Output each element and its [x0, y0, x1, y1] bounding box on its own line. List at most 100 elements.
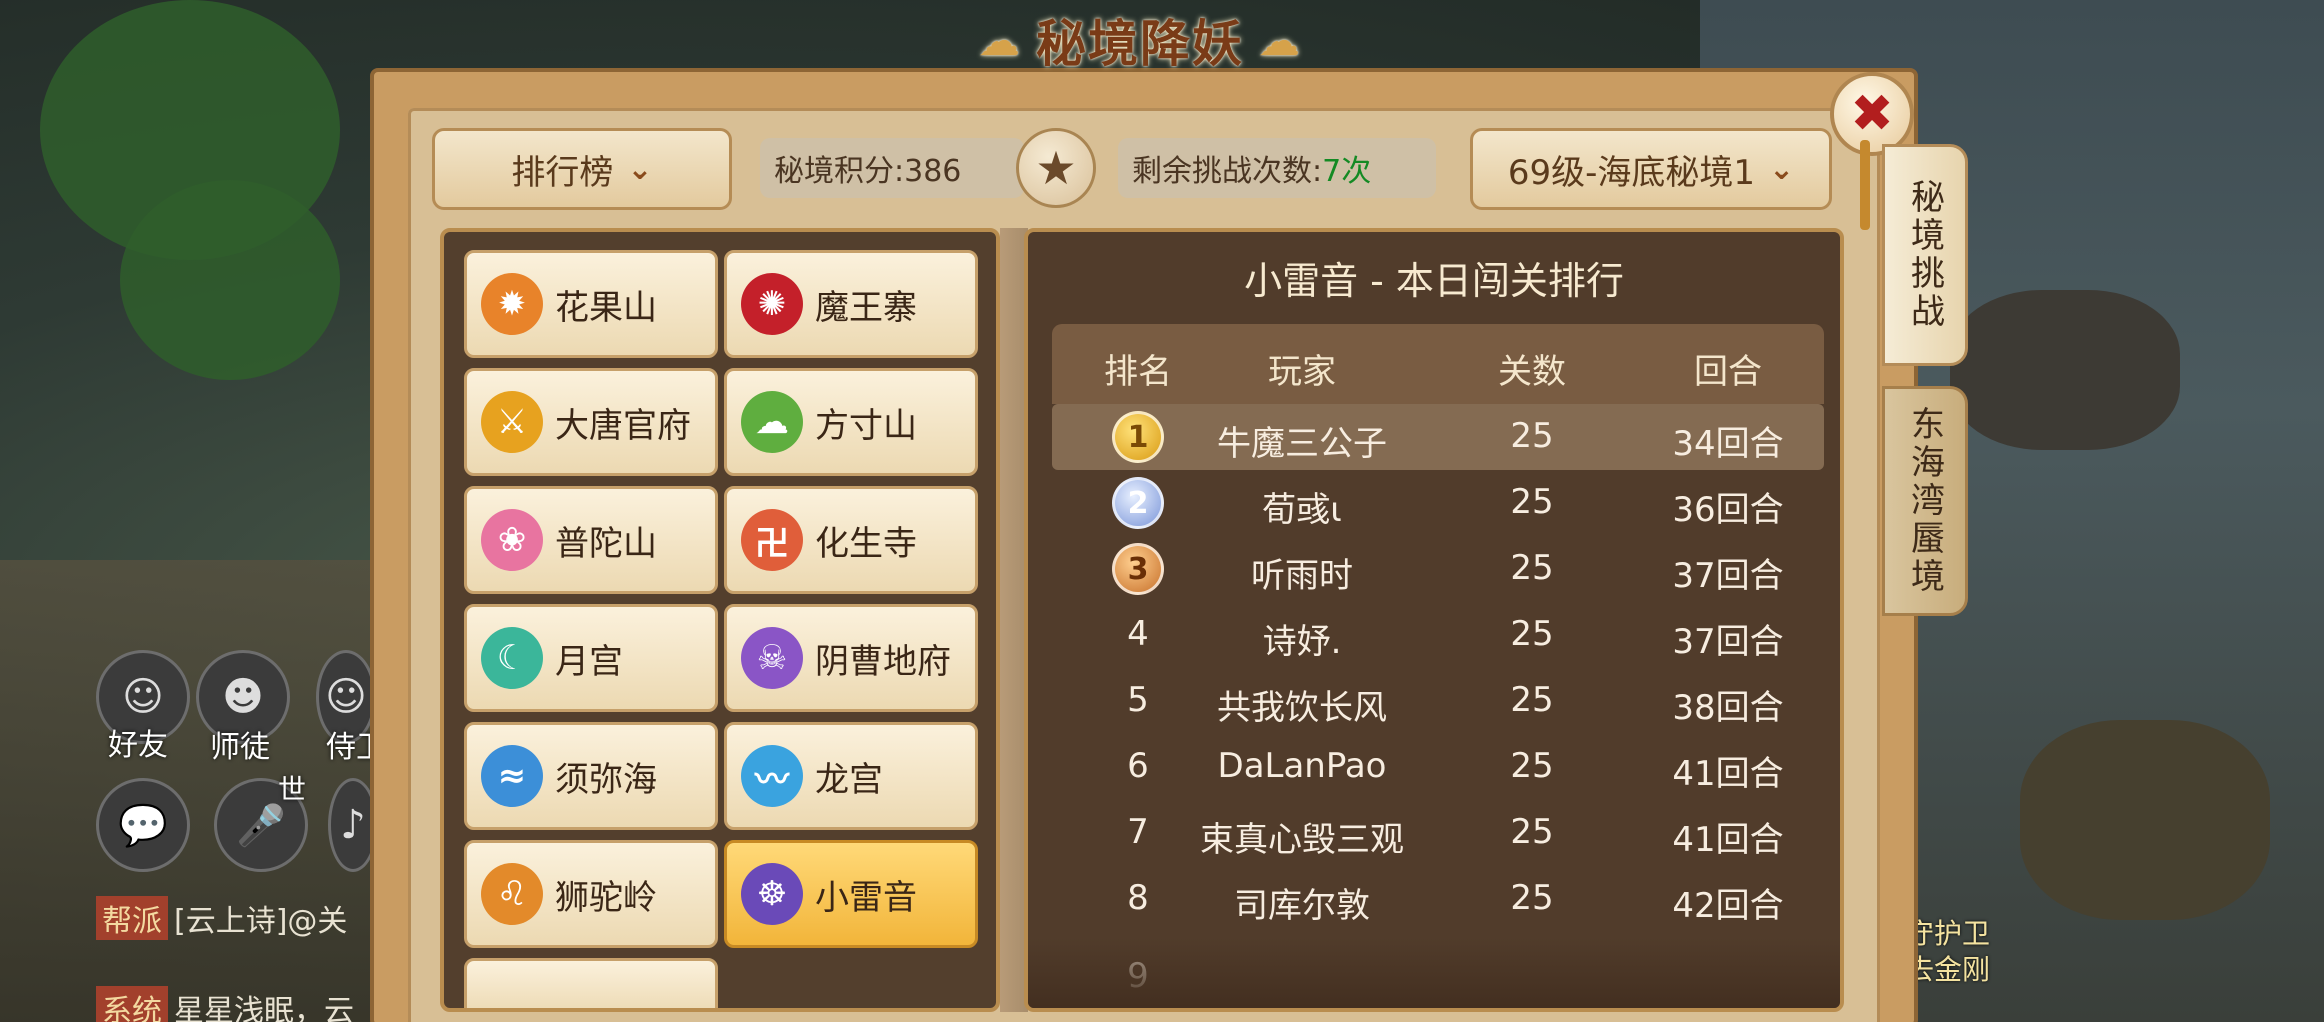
school-emblem-icon: ☸ [741, 863, 803, 925]
school-label: 花果山 [555, 287, 657, 328]
chat-glyph: 💬 [118, 802, 168, 849]
school-label: 阴曹地府 [815, 641, 951, 682]
player-name: 牛魔三公子 [1217, 424, 1387, 464]
round-count: 41回合 [1672, 820, 1784, 860]
ranking-dropdown[interactable]: 排行榜 ⌄ [432, 128, 732, 210]
school-label: 龙宫 [815, 759, 883, 800]
stage-count: 25 [1510, 812, 1554, 852]
rank-number: 8 [1127, 878, 1149, 918]
player-name: 诗妤. [1262, 622, 1342, 662]
school-button[interactable]: 〰龙宫 [724, 722, 978, 830]
school-button[interactable]: ≈ 须弥海 [464, 722, 718, 830]
column-header-rank: 排名 [1104, 352, 1172, 392]
school-label: 普陀山 [555, 523, 657, 564]
stage-count: 25 [1510, 746, 1554, 786]
school-label: 月宫 [555, 641, 623, 682]
window-title-text: 秘境降妖 [1036, 15, 1244, 73]
ranking-panel: 小雷音 - 本日闯关排行 排名 玩家 关数 回合 1 牛魔三公子 25 34回合 2 荀彧… [1024, 228, 1844, 1012]
tab-label: 秘境挑战 [1904, 179, 1945, 331]
round-count: 37回合 [1672, 556, 1784, 596]
cloud-ornament-icon: ☁ [978, 15, 1022, 65]
school-label: 小雷音 [815, 877, 917, 918]
school-button[interactable]: ☸ 小雷音 [724, 840, 978, 948]
remaining-challenges: 剩余挑战次数: 7次 [1118, 138, 1436, 198]
player-name: 共我饮长风 [1217, 688, 1387, 728]
column-header-rounds: 回合 [1694, 352, 1762, 392]
chat-line: 帮派 [云上诗]@关 [96, 896, 347, 940]
chat-text: [云上诗]@关 [174, 904, 348, 939]
school-emblem-icon: ♌ [481, 863, 543, 925]
school-label: 狮驼岭 [555, 877, 657, 918]
school-button[interactable]: 卍化生寺 [724, 486, 978, 594]
school-emblem-icon: ☾ [481, 627, 543, 689]
chevron-down-icon: ⌄ [627, 151, 653, 187]
school-emblem-icon: 〰 [741, 745, 803, 807]
school-label: 须弥海 [555, 759, 657, 800]
table-row[interactable]: 3 听雨时 25 37回合 [1052, 536, 1824, 602]
chat-tag: 系统 [96, 986, 168, 1022]
school-button[interactable]: ✹ 花果山 [464, 250, 718, 358]
school-button[interactable]: ☠ 阴曹地府 [724, 604, 978, 712]
table-row[interactable]: 2 荀彧ι 25 36回合 [1052, 470, 1824, 536]
school-emblem-icon: ⚔ [481, 391, 543, 453]
rank-medal-icon: 1 [1112, 411, 1164, 463]
table-row[interactable]: 6 DaLanPao 25 41回合 [1052, 734, 1824, 800]
mic-glyph: 🎤 [236, 802, 286, 849]
remaining-value: 7次 [1322, 154, 1372, 189]
school-label: 化生寺 [815, 523, 917, 564]
table-row[interactable]: 4 诗妤. 25 37回合 [1052, 602, 1824, 668]
close-icon: ✖ [1850, 84, 1894, 144]
tab-label: 东海湾蜃境 [1904, 406, 1945, 596]
column-header-stages: 关数 [1498, 352, 1566, 392]
chat-icon[interactable]: 💬 [96, 778, 190, 872]
player-name: DaLanPao [1217, 746, 1387, 786]
round-count: 41回合 [1672, 754, 1784, 794]
tab-secret-challenge[interactable]: 秘境挑战 [1882, 144, 1968, 366]
level-dropdown[interactable]: 69级-海底秘境1 ⌄ [1470, 128, 1832, 210]
school-emblem-icon: ≈ [481, 745, 543, 807]
table-row[interactable]: 5 共我饮长风 25 38回合 [1052, 668, 1824, 734]
tab-east-sea-mirage[interactable]: 东海湾蜃境 [1882, 386, 1968, 616]
rank-medal-icon: 2 [1112, 477, 1164, 529]
tassel-ornament [1860, 140, 1870, 230]
school-button-partial[interactable] [464, 958, 718, 1008]
school-button[interactable]: ✺ 魔王寨 [724, 250, 978, 358]
master-label: 师徒 [210, 730, 270, 765]
rock [2020, 720, 2270, 920]
school-emblem-icon: 卍 [741, 509, 803, 571]
palm-tree [120, 180, 340, 380]
school-label: 魔王寨 [815, 287, 917, 328]
stage-count: 25 [1510, 878, 1554, 918]
table-row[interactable]: 7 束真心毁三观 25 41回合 [1052, 800, 1824, 866]
stage-count: 25 [1510, 482, 1554, 522]
chat-text: 星星浅眠，云 [174, 994, 354, 1022]
star-button[interactable]: ★ [1016, 128, 1096, 208]
world-channel-label: 世 [278, 773, 307, 806]
player-name: 听雨时 [1251, 556, 1353, 596]
stage-count: 25 [1510, 416, 1554, 456]
school-emblem-icon: ☁ [741, 391, 803, 453]
column-header-player: 玩家 [1268, 352, 1336, 392]
stage-count: 25 [1510, 548, 1554, 588]
school-button[interactable]: ♌ 狮驼岭 [464, 840, 718, 948]
stage-count: 25 [1510, 680, 1554, 720]
guard-label: 守护卫 [1906, 917, 1991, 950]
player-name: 束真心毁三观 [1200, 820, 1404, 860]
stage-count: 25 [1510, 614, 1554, 654]
school-emblem-icon: ✺ [741, 273, 803, 335]
ranking-dropdown-label: 排行榜 [511, 152, 614, 193]
school-button[interactable]: ☾ 月宫 [464, 604, 718, 712]
rock [1950, 290, 2180, 450]
friends-label: 好友 [108, 728, 168, 763]
school-emblem-icon: ✹ [481, 273, 543, 335]
school-emblem-icon: ❀ [481, 509, 543, 571]
table-row[interactable]: 8 司库尔敦 25 42回合 [1052, 866, 1824, 932]
school-button[interactable]: ❀ 普陀山 [464, 486, 718, 594]
chat-line: 系统 星星浅眠，云 [96, 986, 354, 1022]
player-name: 司库尔敦 [1234, 886, 1370, 926]
school-button[interactable]: ⚔ 大唐官府 [464, 368, 718, 476]
table-row[interactable]: 1 牛魔三公子 25 34回合 [1052, 404, 1824, 470]
round-count: 34回合 [1672, 424, 1784, 464]
chevron-down-icon: ⌄ [1769, 151, 1795, 187]
school-button[interactable]: ☁ 方寸山 [724, 368, 978, 476]
